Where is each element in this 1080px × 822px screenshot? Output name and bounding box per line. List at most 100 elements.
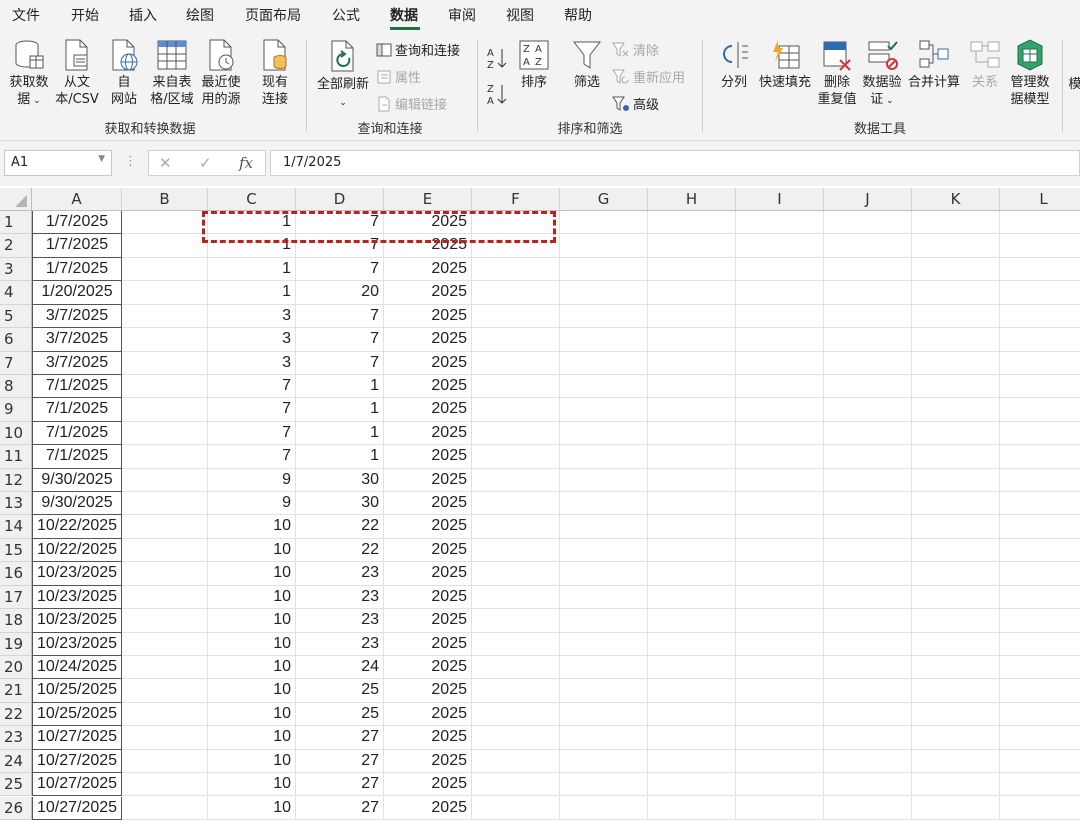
cell-A18[interactable]: 10/23/2025 (32, 609, 122, 633)
cell-B8[interactable] (122, 374, 208, 399)
cell-H22[interactable] (648, 702, 736, 727)
cell-L11[interactable] (1000, 445, 1080, 469)
cell-J6[interactable] (824, 328, 912, 352)
cell-I16[interactable] (736, 562, 824, 586)
cell-H9[interactable] (648, 398, 736, 422)
cell-F26[interactable] (472, 796, 560, 820)
cell-A15[interactable]: 10/22/2025 (32, 538, 122, 563)
cell-J17[interactable] (824, 585, 912, 610)
row-header[interactable]: 8 (0, 374, 32, 399)
cell-E22[interactable]: 2025 (384, 702, 472, 727)
cell-E7[interactable]: 2025 (384, 351, 472, 375)
tab-file[interactable]: 文件 (12, 5, 40, 25)
cell-A6[interactable]: 3/7/2025 (32, 328, 122, 352)
ribbon-overflow-button[interactable]: 模 (1068, 76, 1080, 93)
cell-D6[interactable]: 7 (296, 328, 384, 352)
cell-L1[interactable] (1000, 211, 1080, 235)
row-header[interactable]: 23 (0, 726, 32, 750)
cell-K6[interactable] (912, 328, 1000, 352)
cell-D25[interactable]: 27 (296, 773, 384, 797)
cell-F11[interactable] (472, 445, 560, 469)
tab-data[interactable]: 数据 (390, 5, 418, 25)
cell-L21[interactable] (1000, 679, 1080, 703)
cell-A3[interactable]: 1/7/2025 (32, 257, 122, 282)
cell-G1[interactable] (560, 211, 648, 235)
cell-G13[interactable] (560, 492, 648, 516)
cell-K12[interactable] (912, 468, 1000, 493)
cell-F14[interactable] (472, 515, 560, 539)
cell-L6[interactable] (1000, 328, 1080, 352)
cell-K10[interactable] (912, 421, 1000, 446)
cell-K19[interactable] (912, 632, 1000, 656)
cell-E18[interactable]: 2025 (384, 609, 472, 633)
cell-K9[interactable] (912, 398, 1000, 422)
cell-L2[interactable] (1000, 234, 1080, 258)
cell-L15[interactable] (1000, 539, 1080, 563)
column-header-F[interactable]: F (472, 188, 560, 211)
cell-A19[interactable]: 10/23/2025 (32, 632, 122, 656)
row-header[interactable]: 12 (0, 468, 32, 493)
cell-A12[interactable]: 9/30/2025 (32, 468, 122, 493)
cell-I18[interactable] (736, 609, 824, 633)
cell-I9[interactable] (736, 398, 824, 422)
cell-J21[interactable] (824, 679, 912, 703)
reapply-filter-button[interactable]: 重新应用 (612, 67, 685, 86)
cell-G18[interactable] (560, 609, 648, 633)
cell-D1[interactable]: 7 (296, 211, 384, 235)
cell-J25[interactable] (824, 773, 912, 797)
cell-E16[interactable]: 2025 (384, 562, 472, 586)
cell-D18[interactable]: 23 (296, 609, 384, 633)
cell-J1[interactable] (824, 211, 912, 235)
cell-E26[interactable]: 2025 (384, 796, 472, 820)
cell-J11[interactable] (824, 445, 912, 469)
cell-A23[interactable]: 10/27/2025 (32, 726, 122, 750)
cell-A26[interactable]: 10/27/2025 (32, 796, 122, 820)
cell-B17[interactable] (122, 585, 208, 610)
cell-F20[interactable] (472, 655, 560, 680)
cell-K11[interactable] (912, 445, 1000, 469)
cell-K8[interactable] (912, 374, 1000, 399)
from-text-csv-button[interactable]: 从文 本/CSV (54, 38, 100, 108)
cell-J7[interactable] (824, 351, 912, 375)
cell-I26[interactable] (736, 796, 824, 820)
cell-A21[interactable]: 10/25/2025 (32, 679, 122, 703)
cell-C10[interactable]: 7 (208, 421, 296, 446)
cell-J26[interactable] (824, 796, 912, 820)
cell-C16[interactable]: 10 (208, 562, 296, 586)
cell-E12[interactable]: 2025 (384, 468, 472, 493)
cell-C8[interactable]: 7 (208, 374, 296, 399)
filter-button[interactable]: 筛选 (566, 38, 608, 91)
cell-E15[interactable]: 2025 (384, 538, 472, 563)
cell-C6[interactable]: 3 (208, 328, 296, 352)
consolidate-button[interactable]: 合并计算 (906, 38, 962, 91)
cell-L3[interactable] (1000, 258, 1080, 282)
cell-A25[interactable]: 10/27/2025 (32, 773, 122, 797)
cell-A9[interactable]: 7/1/2025 (32, 398, 122, 422)
cell-E23[interactable]: 2025 (384, 726, 472, 750)
cell-G9[interactable] (560, 398, 648, 422)
row-header[interactable]: 13 (0, 492, 32, 516)
cell-K1[interactable] (912, 211, 1000, 235)
cell-I19[interactable] (736, 632, 824, 656)
enter-icon[interactable]: ✓ (199, 154, 212, 172)
cell-E10[interactable]: 2025 (384, 421, 472, 446)
row-header[interactable]: 19 (0, 632, 32, 656)
cell-G5[interactable] (560, 304, 648, 329)
cell-C9[interactable]: 7 (208, 398, 296, 422)
cell-B19[interactable] (122, 632, 208, 656)
cell-C23[interactable]: 10 (208, 726, 296, 750)
cell-D14[interactable]: 22 (296, 515, 384, 539)
cell-J4[interactable] (824, 281, 912, 305)
cell-H1[interactable] (648, 211, 736, 235)
clear-filter-button[interactable]: 清除 (612, 40, 659, 59)
tab-page-layout[interactable]: 页面布局 (245, 5, 301, 25)
cell-C7[interactable]: 3 (208, 351, 296, 375)
cell-A11[interactable]: 7/1/2025 (32, 445, 122, 469)
cell-K26[interactable] (912, 796, 1000, 820)
cell-L20[interactable] (1000, 656, 1080, 680)
tab-draw[interactable]: 绘图 (186, 5, 214, 25)
existing-connections-button[interactable]: 现有 连接 (254, 38, 296, 108)
cell-H15[interactable] (648, 538, 736, 563)
cell-B10[interactable] (122, 421, 208, 446)
cell-L9[interactable] (1000, 398, 1080, 422)
